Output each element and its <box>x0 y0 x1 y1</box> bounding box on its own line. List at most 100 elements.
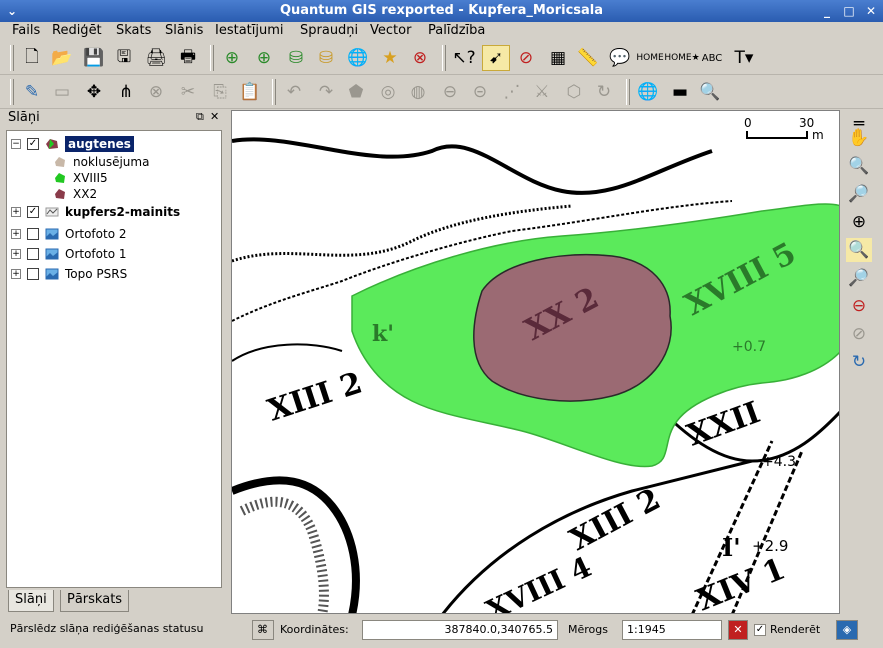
zoom-to-selection-icon[interactable]: 🔍 <box>846 238 872 262</box>
add-wms-layer-icon[interactable]: 🌐 <box>344 45 372 71</box>
zoom-in-icon[interactable]: 🔍 <box>846 154 872 178</box>
toolbar-grip[interactable] <box>10 45 14 71</box>
text-annotation-icon[interactable]: T▾ <box>730 45 758 71</box>
coordinates-field[interactable]: 387840.0,340765.5 <box>362 620 558 640</box>
delete-ring-icon[interactable]: ⊖ <box>436 79 464 105</box>
home-bookmark-icon[interactable]: HOME <box>636 45 664 71</box>
maximize-icon[interactable]: □ <box>840 2 858 20</box>
menu-view[interactable]: Skats <box>116 23 151 38</box>
map-tips-icon[interactable]: 💬 <box>606 45 634 71</box>
layer-visibility-checkbox[interactable]: ✓ <box>27 138 39 150</box>
map-navigation-toolbar: ═ ✋ 🔍 🔎 ⊕ 🔍 🔎 ⊖ ⊘ ↻ <box>842 110 876 614</box>
layer-item-topo-psrs[interactable]: + Topo PSRS <box>11 265 127 283</box>
rotate-point-symbols-icon[interactable]: ↻ <box>590 79 618 105</box>
stop-render-icon[interactable]: ✕ <box>728 620 748 640</box>
coordinate-toggle-icon[interactable]: ⌘ <box>252 620 274 640</box>
split-features-icon[interactable]: ⚔ <box>528 79 556 105</box>
zoom-to-layer-icon[interactable]: 🔎 <box>846 266 872 290</box>
menu-help[interactable]: Palīdzība <box>428 23 485 38</box>
new-project-icon[interactable]: 🗋 <box>18 45 46 71</box>
print-composer-icon[interactable]: 🖨 <box>142 45 170 71</box>
add-spatialite-layer-icon[interactable]: ⛁ <box>312 45 340 71</box>
menu-fails[interactable]: Fails <box>12 23 40 38</box>
toolbar-grip[interactable] <box>10 79 14 105</box>
crs-status-icon[interactable]: ◈ <box>836 620 858 640</box>
render-checkbox[interactable]: ✓ <box>754 624 766 636</box>
expand-icon[interactable]: + <box>11 229 21 239</box>
toolbar-grip[interactable] <box>272 79 276 105</box>
toolbar-grip[interactable] <box>442 45 446 71</box>
undo-icon[interactable]: ↶ <box>280 79 308 105</box>
simplify-feature-icon[interactable]: ⬟ <box>342 79 370 105</box>
delete-selected-icon[interactable]: ⊗ <box>142 79 170 105</box>
class-swatch <box>55 189 65 199</box>
delete-part-icon[interactable]: ⊝ <box>466 79 494 105</box>
layer-item-augtenes[interactable]: − ✓ augtenes <box>11 135 134 153</box>
cut-features-icon[interactable]: ✂ <box>174 79 202 105</box>
measure-line-icon[interactable]: 📏 <box>574 45 602 71</box>
zoom-out-icon[interactable]: 🔎 <box>846 182 872 206</box>
expand-icon[interactable]: + <box>11 207 21 217</box>
reshape-features-icon[interactable]: ⋰ <box>498 79 526 105</box>
layer-visibility-checkbox[interactable] <box>27 268 39 280</box>
minimize-icon[interactable]: _ <box>818 2 836 20</box>
tab-overview[interactable]: Pārskats <box>60 590 130 612</box>
scale-bar-icon[interactable]: ▬ <box>666 79 694 105</box>
layer-visibility-checkbox[interactable] <box>27 228 39 240</box>
toolbar-main: 🗋 📂 💾 🖫 🖨 🖶 ⊕ ⊕ ⛁ ⛁ 🌐 ★ ⊗ ↖? ➹ ⊘ ▦ 📏 💬 H… <box>0 41 883 75</box>
copy-features-icon[interactable]: ⎘ <box>206 79 234 105</box>
merge-features-icon[interactable]: ⬡ <box>560 79 588 105</box>
remove-layer-icon[interactable]: ⊗ <box>406 45 434 71</box>
open-attribute-table-icon[interactable]: ▦ <box>544 45 572 71</box>
add-part-icon[interactable]: ◍ <box>404 79 432 105</box>
menu-vector[interactable]: Vector <box>370 23 411 38</box>
new-vector-layer-icon[interactable]: ★ <box>376 45 404 71</box>
layer-item-kupfers2[interactable]: + ✓ kupfers2-mainits <box>11 203 180 221</box>
georeferencer-icon[interactable]: 🌐 <box>634 79 662 105</box>
zoom-to-layer-icon[interactable]: 🔍 <box>696 79 724 105</box>
deselect-features-icon[interactable]: ⊘ <box>512 45 540 71</box>
redo-icon[interactable]: ↷ <box>312 79 340 105</box>
scale-field[interactable]: 1:1945 <box>622 620 722 640</box>
menu-layer[interactable]: Slānis <box>165 23 203 38</box>
expand-icon[interactable]: + <box>11 249 21 259</box>
save-project-icon[interactable]: 💾 <box>80 45 108 71</box>
pan-icon[interactable]: ✋ <box>846 126 872 150</box>
add-postgis-layer-icon[interactable]: ⛁ <box>282 45 310 71</box>
menu-edit[interactable]: Rediģēt <box>52 23 102 38</box>
move-feature-icon[interactable]: ✥ <box>80 79 108 105</box>
add-vector-layer-icon[interactable]: ⊕ <box>250 45 278 71</box>
layer-visibility-checkbox[interactable] <box>27 248 39 260</box>
annotation-text-icon[interactable]: ABC <box>698 45 726 71</box>
menu-settings[interactable]: Iestatījumi <box>215 23 284 38</box>
whats-this-icon[interactable]: ↖? <box>450 45 478 71</box>
save-as-icon[interactable]: 🖫 <box>110 45 138 71</box>
menu-plugins[interactable]: Spraudņi <box>300 23 358 38</box>
toggle-editing-icon[interactable]: ✎ <box>18 79 46 105</box>
paste-features-icon[interactable]: 📋 <box>236 79 264 105</box>
tab-layers[interactable]: Slāņi <box>8 590 54 612</box>
refresh-icon[interactable]: ↻ <box>846 350 872 374</box>
layer-item-ortofoto1[interactable]: + Ortofoto 1 <box>11 245 127 263</box>
close-icon[interactable]: ✕ <box>862 2 880 20</box>
panel-close-icon[interactable]: ✕ <box>210 110 219 123</box>
add-ring-icon[interactable]: ◎ <box>374 79 402 105</box>
layer-item-ortofoto2[interactable]: + Ortofoto 2 <box>11 225 127 243</box>
toolbar-grip[interactable] <box>210 45 214 71</box>
save-edits-icon[interactable]: ▭ <box>48 79 76 105</box>
undock-icon[interactable]: ⧉ <box>196 110 204 124</box>
identify-features-icon[interactable]: ➹ <box>482 45 510 71</box>
print-icon[interactable]: 🖶 <box>174 45 202 71</box>
expand-icon[interactable]: + <box>11 269 21 279</box>
toolbar-grip[interactable] <box>626 79 630 105</box>
zoom-last-icon[interactable]: ⊖ <box>846 294 872 318</box>
layer-visibility-checkbox[interactable]: ✓ <box>27 206 39 218</box>
node-tool-icon[interactable]: ⋔ <box>112 79 140 105</box>
zoom-full-icon[interactable]: ⊕ <box>846 210 872 234</box>
open-project-icon[interactable]: 📂 <box>48 45 76 71</box>
new-bookmark-icon[interactable]: HOME★ <box>664 45 699 71</box>
add-raster-layer-icon[interactable]: ⊕ <box>218 45 246 71</box>
map-canvas[interactable]: 0 30 m XX 2 XVIII 5 k' +0.7 XIII 2 XXII … <box>231 110 840 614</box>
collapse-icon[interactable]: − <box>11 139 21 149</box>
zoom-next-icon[interactable]: ⊘ <box>846 322 872 346</box>
